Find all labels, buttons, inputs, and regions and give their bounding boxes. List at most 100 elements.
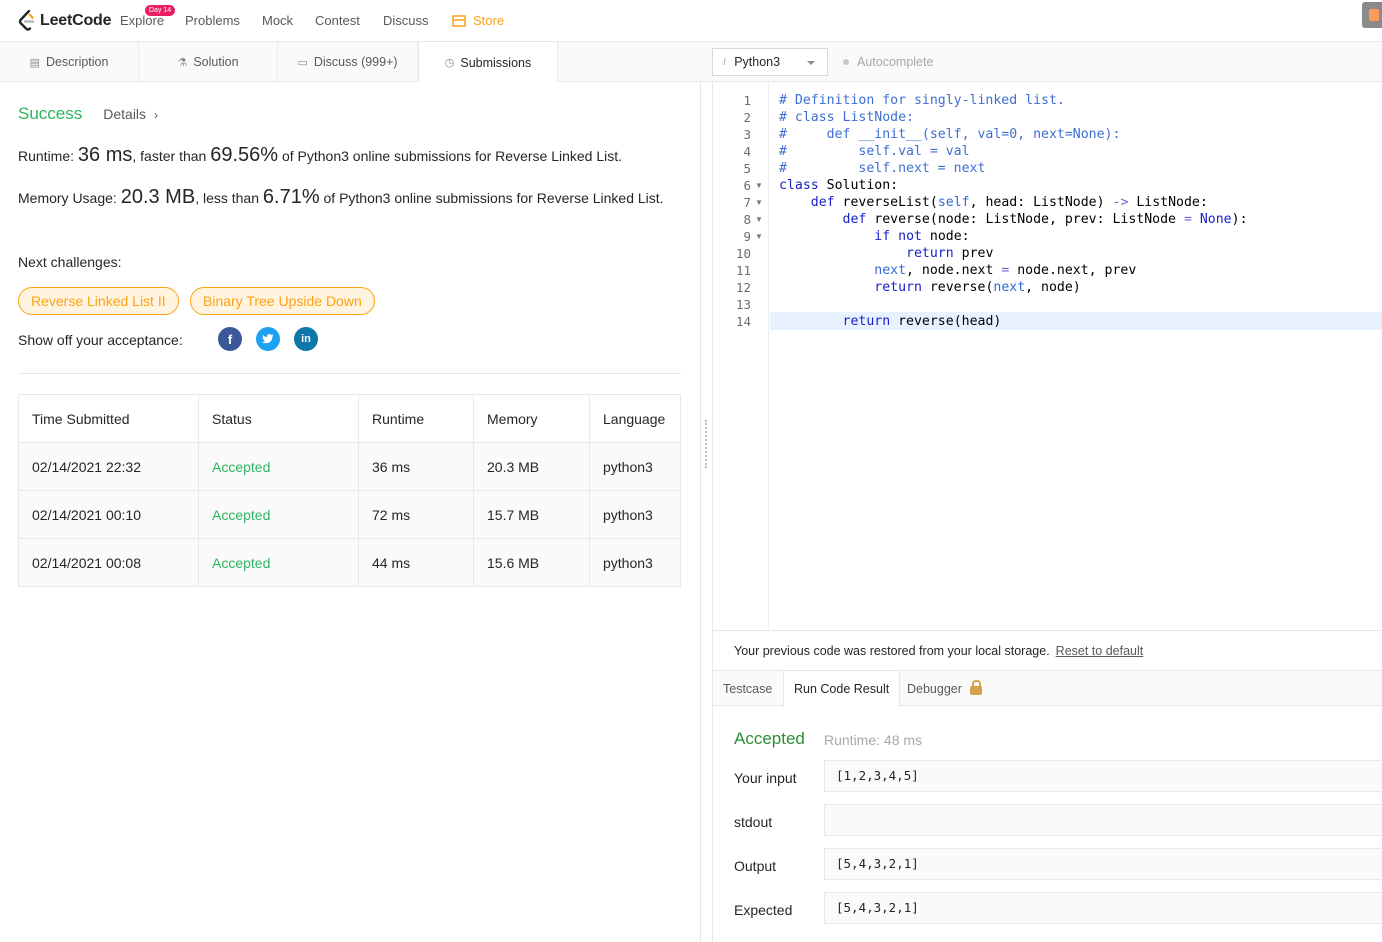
runtime-stat: Runtime: 36 ms, faster than 69.56% of Py… [18, 145, 668, 167]
reset-to-default-link[interactable]: Reset to default [1056, 644, 1144, 658]
line-number: 14 [735, 314, 751, 329]
fold-toggle-icon[interactable]: ▼ [755, 211, 763, 228]
challenge-chip[interactable]: Binary Tree Upside Down [190, 287, 375, 315]
panel-resize-handle[interactable] [705, 420, 708, 468]
column-header[interactable]: Status [198, 394, 359, 443]
tab-submissions-label: Submissions [460, 55, 532, 70]
input-label: Your input [734, 770, 797, 786]
code-line: def reverseList(self, head: ListNode) ->… [810, 195, 1208, 210]
memory-suffix: of Python3 online submissions for Revers… [319, 190, 664, 206]
column-header[interactable]: Runtime [358, 394, 474, 443]
submission-memory: 20.3 MB [473, 442, 590, 491]
submission-runtime: 36 ms [358, 442, 474, 491]
line-number: 1 [743, 93, 751, 108]
table-row: 02/14/2021 00:10 Accepted 72 ms 15.7 MB … [18, 490, 681, 539]
autocomplete-toggle[interactable]: Autocomplete [843, 55, 933, 69]
section-divider [18, 373, 681, 374]
linkedin-icon[interactable]: in [294, 327, 318, 351]
leetcode-logo[interactable]: LeetCode [18, 9, 112, 33]
tab-description[interactable]: ▤ Description [0, 42, 139, 82]
store-icon [452, 14, 466, 27]
code-editor[interactable]: 1 2 3 4 5 6 ▼ 7 ▼ 8 ▼ 9 ▼ 10 11 12 13 14… [712, 82, 1382, 630]
info-icon: i [723, 56, 727, 68]
code-line: return prev [906, 246, 994, 261]
nav-contest[interactable]: Contest [315, 13, 360, 28]
comment-icon: ▭ [297, 56, 308, 69]
tab-discuss-label: Discuss (999+) [313, 55, 398, 69]
nav-mock[interactable]: Mock [262, 13, 293, 28]
tab-discuss[interactable]: ▭ Discuss (999+) [278, 42, 418, 82]
twitter-bird-icon [261, 334, 274, 344]
nav-explore[interactable]: Explore [120, 13, 164, 28]
code-line: # def __init__(self, val=0, next=None): [779, 127, 1121, 142]
stdout-value [824, 804, 1382, 836]
details-link[interactable]: Details › [103, 106, 158, 122]
code-line: return reverse(next, node) [874, 280, 1081, 295]
nav-problems[interactable]: Problems [185, 13, 240, 28]
submission-runtime: 72 ms [358, 490, 474, 539]
caret-down-icon [807, 61, 815, 65]
restore-notice: Your previous code was restored from you… [712, 630, 1382, 670]
line-number: 7 [743, 195, 751, 210]
code-line: # class ListNode: [779, 110, 914, 125]
submission-language: python3 [589, 538, 681, 587]
fold-toggle-icon[interactable]: ▼ [755, 177, 763, 194]
submissions-table: Time Submitted Status Runtime Memory Lan… [18, 394, 681, 587]
submission-status-link[interactable]: Accepted [198, 442, 359, 491]
output-value: [5,4,3,2,1] [824, 848, 1382, 880]
tab-solution[interactable]: ⚗ Solution [139, 42, 278, 82]
line-number: 12 [735, 280, 751, 295]
code-line: if not node: [874, 229, 970, 244]
tab-submissions[interactable]: ◷ Submissions [418, 42, 558, 83]
result-status: Success [18, 104, 83, 123]
column-header[interactable]: Time Submitted [18, 394, 199, 443]
line-number: 13 [735, 297, 751, 312]
top-nav: LeetCode Day 14 Explore Problems Mock Co… [0, 0, 1382, 42]
runtime-value: 36 ms [77, 144, 133, 166]
language-select-value: Python3 [734, 55, 781, 69]
fold-toggle-icon[interactable]: ▼ [755, 194, 763, 211]
submission-time: 02/14/2021 22:32 [18, 442, 199, 491]
nav-store[interactable]: Store [452, 13, 504, 28]
submission-time: 02/14/2021 00:08 [18, 538, 199, 587]
runtime-percentile: 69.56% [210, 144, 279, 166]
clock-icon: ◷ [444, 57, 455, 69]
problem-tab-bar: ▤ Description ⚗ Solution ▭ Discuss (999+… [0, 42, 1382, 83]
code-line: class Solution: [779, 178, 899, 193]
facebook-icon[interactable]: f [218, 327, 242, 351]
tab-testcase[interactable]: Testcase [713, 671, 782, 706]
code-line: # self.next = next [779, 161, 986, 176]
challenge-chip[interactable]: Reverse Linked List II [18, 287, 179, 315]
lock-icon [969, 680, 982, 695]
runtime-suffix: of Python3 online submissions for Revers… [278, 148, 623, 164]
tab-debugger[interactable]: Debugger [897, 671, 992, 706]
line-number: 4 [743, 144, 751, 159]
result-header: Success Details › [18, 104, 158, 124]
table-row: 02/14/2021 00:08 Accepted 44 ms 15.6 MB … [18, 538, 681, 587]
details-label: Details [103, 106, 147, 122]
code-line: def reverse(node: ListNode, prev: ListNo… [842, 212, 1248, 227]
toggle-dot-icon [843, 59, 849, 65]
memory-label: Memory Usage: [18, 190, 121, 206]
code-line: # Definition for singly-linked list. [779, 93, 1065, 108]
submission-status-link[interactable]: Accepted [198, 538, 359, 587]
submission-status-link[interactable]: Accepted [198, 490, 359, 539]
column-header[interactable]: Language [589, 394, 681, 443]
submission-memory: 15.6 MB [473, 538, 590, 587]
code-line: return reverse(head) [842, 314, 1002, 329]
nav-discuss[interactable]: Discuss [383, 13, 429, 28]
submission-language: python3 [589, 490, 681, 539]
line-number: 10 [735, 246, 751, 261]
column-header[interactable]: Memory [473, 394, 590, 443]
user-avatar[interactable] [1362, 2, 1382, 28]
memory-value: 20.3 MB [120, 186, 196, 208]
output-label: Output [734, 858, 777, 874]
line-number: 11 [735, 263, 751, 278]
line-number: 6 [743, 178, 751, 193]
memory-mid: , less than [195, 190, 263, 206]
tab-run-code-result[interactable]: Run Code Result [783, 671, 901, 707]
language-select[interactable]: i Python3 [712, 48, 828, 76]
autocomplete-label: Autocomplete [857, 55, 934, 69]
twitter-icon[interactable] [256, 327, 280, 351]
fold-toggle-icon[interactable]: ▼ [755, 228, 763, 245]
